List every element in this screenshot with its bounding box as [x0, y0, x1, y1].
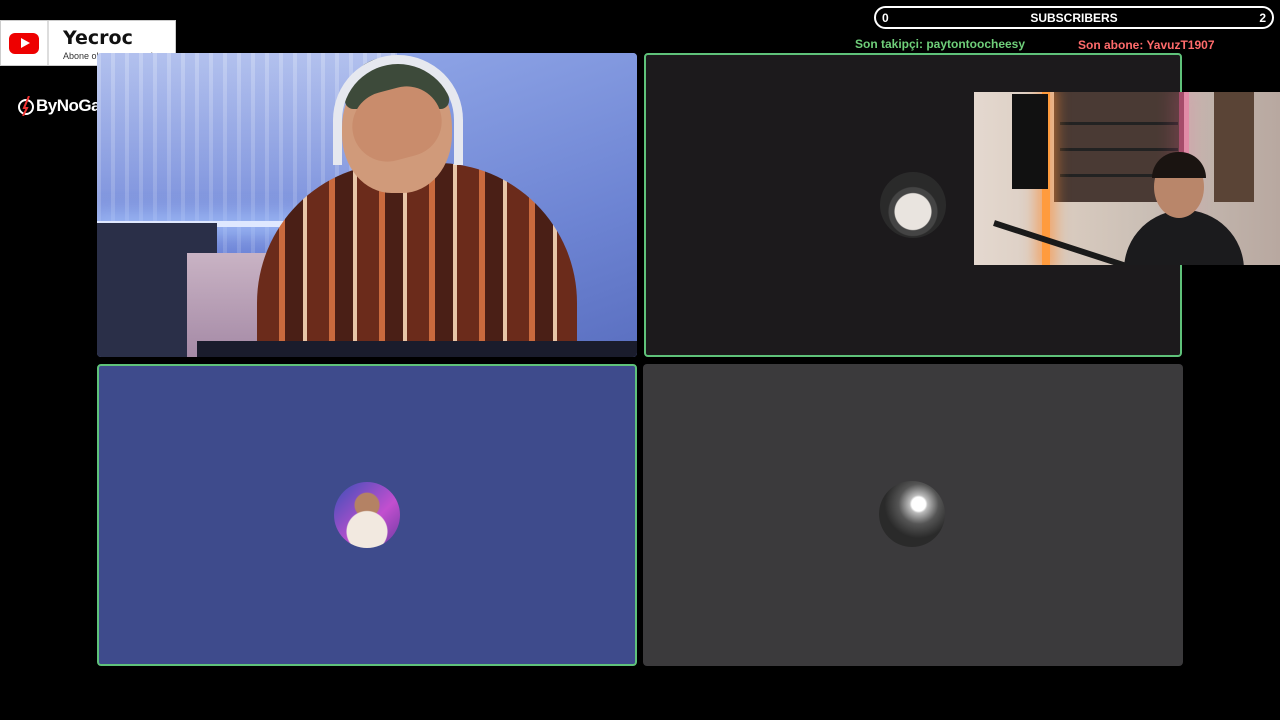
webcam-poster: [1214, 92, 1254, 202]
youtube-logo-box: [1, 21, 49, 65]
channel-name: Yecroc: [63, 27, 133, 49]
youtube-icon: [9, 32, 39, 54]
participant-tile-camera[interactable]: [97, 53, 637, 357]
participant-avatar: [879, 481, 945, 547]
subscriber-goal-bar: 0 SUBSCRIBERS 2: [874, 6, 1274, 29]
last-subscriber-alert: Son abone: YavuzT1907: [1078, 38, 1215, 52]
participant-avatar: [334, 482, 400, 548]
streamer-webcam-overlay: [974, 92, 1280, 265]
participant-video: [97, 53, 637, 357]
webcam-jersey: [1012, 94, 1048, 189]
participant-avatar: [880, 172, 946, 238]
bynogame-icon: [18, 96, 34, 116]
participant-tile-blue[interactable]: [97, 364, 637, 666]
last-follower-alert: Son takipçi: paytontoocheesy: [855, 37, 1026, 51]
video-keyboard: [197, 341, 637, 357]
participant-tile-gray[interactable]: [643, 364, 1183, 666]
subscriber-goal-label: SUBSCRIBERS: [1030, 11, 1118, 25]
